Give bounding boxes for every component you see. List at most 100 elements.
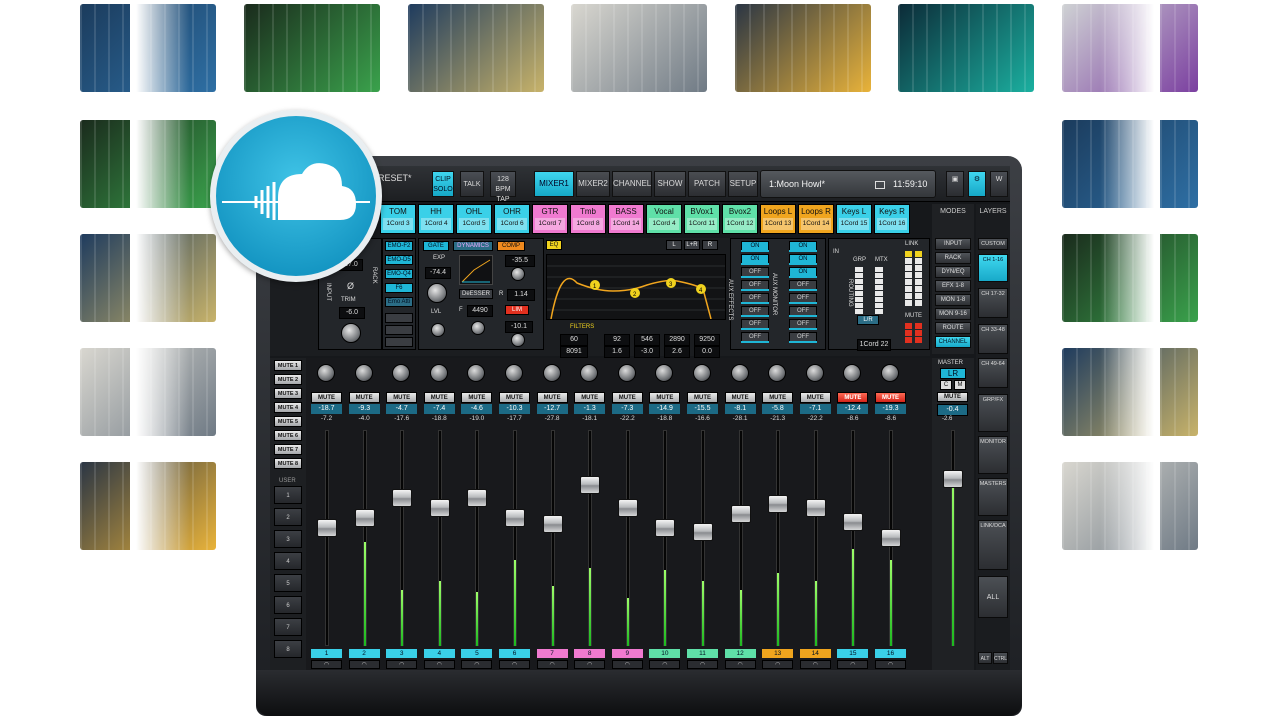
rack-slot[interactable]: EMO-F2: [385, 241, 413, 251]
channel-number[interactable]: 13: [762, 649, 794, 658]
fader-cap[interactable]: [580, 475, 601, 494]
rack-slot[interactable]: Emo Atti: [385, 297, 413, 307]
tab-channel[interactable]: CHANNEL: [612, 171, 652, 197]
master-fader-cap[interactable]: [943, 469, 963, 488]
channel-number[interactable]: 2: [348, 649, 380, 658]
headphone-cue-icon[interactable]: ◠: [687, 660, 718, 669]
link-cell[interactable]: [915, 279, 922, 285]
route-cell[interactable]: [875, 297, 883, 302]
channel-name-4[interactable]: HH 1Cord 4: [418, 204, 454, 234]
headphone-cue-icon[interactable]: ◠: [311, 660, 342, 669]
route-cell[interactable]: [875, 279, 883, 284]
band-freq[interactable]: 546: [634, 334, 660, 346]
user-button-7[interactable]: 7: [274, 618, 302, 636]
link-cell[interactable]: [915, 251, 922, 257]
gate-button[interactable]: GATE: [423, 241, 449, 251]
fader-gain-value[interactable]: -12.4: [837, 404, 869, 414]
mute-cell[interactable]: [905, 337, 912, 343]
headphone-cue-icon[interactable]: ◠: [649, 660, 681, 669]
waves-icon[interactable]: W: [990, 171, 1008, 197]
fader-cap[interactable]: [617, 499, 638, 518]
route-cell[interactable]: [855, 273, 863, 278]
trim-value[interactable]: -6.0: [339, 307, 365, 319]
eq-mode-l[interactable]: L: [666, 240, 682, 250]
link-cell[interactable]: [905, 251, 912, 257]
route-cell[interactable]: [875, 309, 883, 314]
route-cell[interactable]: [875, 303, 883, 308]
master-m-button[interactable]: M: [954, 380, 966, 390]
link-cell[interactable]: [905, 258, 912, 264]
master-c-button[interactable]: C: [940, 380, 952, 390]
pan-knob[interactable]: [580, 364, 599, 382]
link-cell[interactable]: [905, 300, 912, 306]
comp-button[interactable]: COMP: [497, 241, 525, 251]
fader-cap[interactable]: [354, 509, 375, 528]
route-cord[interactable]: 1Cord 22: [857, 339, 891, 351]
pan-knob[interactable]: [429, 364, 448, 382]
pan-knob[interactable]: [730, 364, 749, 382]
fader-gain-value[interactable]: -7.1: [799, 404, 831, 414]
mode-rack[interactable]: RACK: [935, 252, 971, 264]
rack-slot[interactable]: F6: [385, 283, 413, 293]
filter-value[interactable]: 60: [560, 334, 588, 346]
channel-number[interactable]: 3: [386, 649, 418, 658]
layer-ch-17-32[interactable]: CH 17-32: [978, 288, 1008, 318]
pan-knob[interactable]: [392, 364, 411, 382]
channel-name-14[interactable]: Loops R 1Cord 14: [798, 204, 834, 234]
fader-gain-value[interactable]: -19.3: [875, 404, 906, 414]
pan-knob[interactable]: [542, 364, 561, 382]
layer-custom[interactable]: CUSTOM: [978, 238, 1008, 250]
mode-efx-1-8[interactable]: EFX 1-8: [935, 280, 971, 292]
channel-name-13[interactable]: Loops L 1Cord 13: [760, 204, 796, 234]
layer-ch-49-64[interactable]: CH 49-64: [978, 358, 1008, 388]
comp-knob[interactable]: [511, 267, 525, 281]
mute-button[interactable]: MUTE: [536, 392, 568, 403]
channel-number[interactable]: 9: [611, 649, 643, 658]
gate-threshold[interactable]: -74.4: [425, 267, 451, 279]
channel-name-7[interactable]: GTR 1Cord 7: [532, 204, 568, 234]
fader-cap[interactable]: [655, 519, 676, 538]
headphone-cue-icon[interactable]: ◠: [386, 660, 418, 669]
layer-monitor[interactable]: MONITOR: [978, 436, 1008, 474]
fader-cap[interactable]: [467, 489, 488, 508]
pan-knob[interactable]: [317, 364, 335, 382]
fader-cap[interactable]: [881, 529, 901, 547]
fader-gain-value[interactable]: -4.7: [386, 404, 418, 414]
fader-gain-value[interactable]: -7.3: [611, 404, 643, 414]
dynamics-button[interactable]: DYNAMICS: [453, 241, 493, 251]
fader-gain-value[interactable]: -14.9: [649, 404, 681, 414]
band-freq[interactable]: 2890: [664, 334, 690, 346]
channel-number[interactable]: 12: [724, 649, 756, 658]
mute-button[interactable]: MUTE: [762, 392, 794, 403]
mute-group-6[interactable]: MUTE 6: [274, 430, 302, 441]
headphone-cue-icon[interactable]: ◠: [423, 660, 455, 669]
user-button-1[interactable]: 1: [274, 486, 302, 504]
pan-knob[interactable]: [505, 364, 523, 382]
user-button-3[interactable]: 3: [274, 530, 302, 548]
route-cell[interactable]: [875, 267, 883, 272]
filter-value[interactable]: 8091: [560, 346, 588, 358]
mute-button[interactable]: MUTE: [649, 392, 681, 403]
wrench-icon[interactable]: ⚙: [968, 171, 986, 197]
mode-mon-1-8[interactable]: MON 1-8: [935, 294, 971, 306]
fader-gain-value[interactable]: -1.3: [574, 404, 606, 414]
fader-cap[interactable]: [693, 523, 713, 542]
channel-number[interactable]: 1: [311, 649, 342, 658]
eq-mode-l-plus-r[interactable]: L+R: [684, 240, 700, 250]
pan-knob[interactable]: [881, 364, 899, 382]
rack-slot-empty[interactable]: [385, 337, 413, 347]
mode-channel[interactable]: CHANNEL: [935, 336, 971, 348]
preset-name[interactable]: RESET*: [378, 173, 428, 193]
fader-cap[interactable]: [730, 505, 751, 524]
route-cell[interactable]: [875, 273, 883, 278]
channel-name-3[interactable]: TOM 1Cord 3: [380, 204, 416, 234]
headphone-cue-icon[interactable]: ◠: [762, 660, 794, 669]
deesser-button[interactable]: DeESSER: [459, 289, 493, 299]
headphone-cue-icon[interactable]: ◠: [574, 660, 606, 669]
link-cell[interactable]: [915, 272, 922, 278]
fader-cap[interactable]: [805, 499, 826, 518]
headphone-cue-icon[interactable]: ◠: [499, 660, 530, 669]
layer-grp-fx[interactable]: GRP/FX: [978, 394, 1008, 432]
fader-gain-value[interactable]: -7.4: [423, 404, 455, 414]
tempo-button[interactable]: 128 BPM TAP: [490, 171, 516, 203]
